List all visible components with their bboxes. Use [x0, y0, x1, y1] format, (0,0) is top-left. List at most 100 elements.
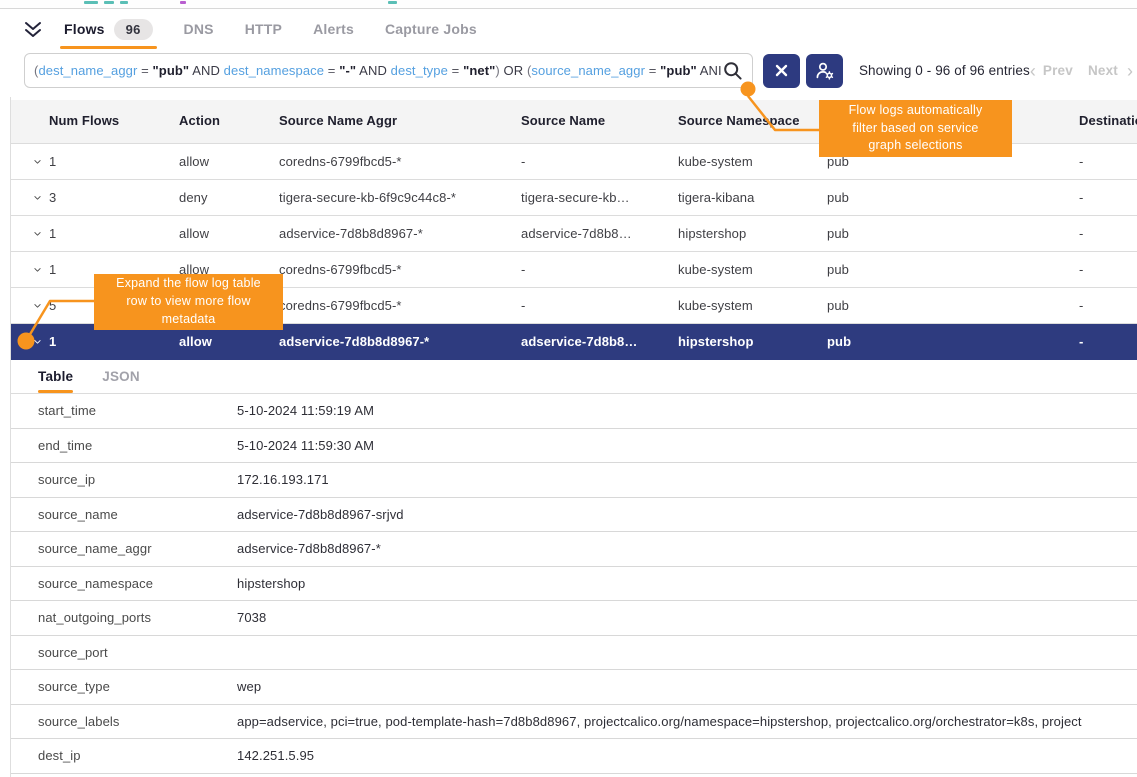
header-num-flows: Num Flows [49, 113, 179, 130]
detail-row: source_labelsapp=adservice, pci=true, po… [11, 705, 1137, 740]
detail-key: source_ip [11, 472, 237, 487]
cutoff-mark [120, 1, 128, 4]
prev-chevron-icon: ‹ [1030, 62, 1036, 80]
detail-row: dest_ip142.251.5.95 [11, 739, 1137, 774]
flow-cell: hipstershop [678, 334, 827, 349]
flow-cell: pub [827, 298, 1079, 313]
header-action: Action [179, 113, 279, 130]
flow-cell: - [1079, 334, 1137, 349]
flow-cell: kube-system [678, 298, 827, 313]
flow-row[interactable]: 3denytigera-secure-kb-6f9c9c44c8-*tigera… [11, 180, 1137, 216]
detail-value: wep [237, 679, 1137, 694]
query-token: "pub" [660, 63, 697, 78]
collapse-panel-icon[interactable] [24, 21, 42, 38]
cutoff-mark [104, 1, 114, 4]
header-destination-name: Destination Name [1079, 113, 1137, 130]
query-token: = [137, 63, 152, 78]
detail-row: source_typewep [11, 670, 1137, 705]
detail-value: app=adservice, pci=true, pod-template-ha… [237, 714, 1137, 729]
row-expander-chevron-icon[interactable] [11, 338, 49, 346]
flow-cell: kube-system [678, 262, 827, 277]
detail-row: source_name_aggradservice-7d8b8d8967-* [11, 532, 1137, 567]
flow-logs-panel: Flows 96 DNS HTTP Alerts Capture Jobs (d… [0, 0, 1137, 777]
detail-tab-table[interactable]: Table [38, 360, 73, 393]
query-token: = [324, 63, 339, 78]
detail-key: end_time [11, 438, 237, 453]
header-source-namespace: Source Namespace [678, 113, 827, 130]
tab-dns[interactable]: DNS [184, 9, 214, 49]
flow-cell: - [1079, 262, 1137, 277]
query-token: = [645, 63, 660, 78]
flow-cell: pub [827, 262, 1079, 277]
detail-value: 5-10-2024 11:59:19 AM [237, 403, 1137, 418]
row-expander-chevron-icon[interactable] [11, 194, 49, 202]
tab-flows-label: Flows [64, 21, 105, 37]
flow-cell: adservice-7d8b8d8967-* [279, 226, 521, 241]
flow-cell: coredns-6799fbcd5-* [279, 154, 521, 169]
header-source-name: Source Name [521, 113, 678, 130]
flow-cell: kube-system [678, 154, 827, 169]
detail-key: dest_ip [11, 748, 237, 763]
header-source-name-aggr: Source Name Aggr [279, 113, 521, 130]
flow-cell: deny [179, 190, 279, 205]
cutoff-mark [180, 1, 186, 4]
tab-capture-jobs[interactable]: Capture Jobs [385, 9, 477, 49]
search-query[interactable]: (dest_name_aggr = "pub" AND dest_namespa… [34, 63, 723, 78]
query-token: "pub" [153, 63, 190, 78]
detail-key: nat_outgoing_ports [11, 610, 237, 625]
flow-row[interactable]: 1allowadservice-7d8b8d8967-*adservice-7d… [11, 216, 1137, 252]
flow-cell: - [521, 298, 678, 313]
toolbar: (dest_name_aggr = "pub" AND dest_namespa… [24, 53, 1133, 88]
next-chevron-icon: › [1127, 62, 1133, 80]
clear-filter-button[interactable] [763, 54, 800, 88]
cutoff-mark [388, 1, 397, 4]
detail-row: source_namespacehipstershop [11, 567, 1137, 602]
user-settings-button[interactable] [806, 54, 843, 88]
query-token: source_name_aggr [531, 63, 645, 78]
detail-tab-bar: Table JSON [11, 360, 1137, 394]
detail-row: source_port [11, 636, 1137, 671]
row-expander-chevron-icon[interactable] [11, 230, 49, 238]
search-icon[interactable] [723, 61, 743, 81]
flow-cell: 3 [49, 190, 179, 205]
user-gear-icon [814, 60, 835, 81]
detail-key: start_time [11, 403, 237, 418]
flow-cell: pub [827, 334, 1079, 349]
tab-bar: Flows 96 DNS HTTP Alerts Capture Jobs [0, 9, 1137, 49]
row-expander-chevron-icon[interactable] [11, 158, 49, 166]
tab-alerts[interactable]: Alerts [313, 9, 354, 49]
flow-cell: tigera-secure-kb… [521, 190, 678, 205]
prev-button[interactable]: Prev [1043, 63, 1073, 78]
detail-value: adservice-7d8b8d8967-* [237, 541, 1137, 556]
detail-value: hipstershop [237, 576, 1137, 591]
query-search-input[interactable]: (dest_name_aggr = "pub" AND dest_namespa… [24, 53, 753, 88]
flow-cell: - [1079, 298, 1137, 313]
flow-cell: coredns-6799fbcd5-* [279, 298, 521, 313]
detail-row: source_ip172.16.193.171 [11, 463, 1137, 498]
detail-tab-json[interactable]: JSON [102, 360, 140, 393]
detail-value: 172.16.193.171 [237, 472, 1137, 487]
flow-cell: 1 [49, 226, 179, 241]
detail-key: source_port [11, 645, 237, 660]
query-token: dest_namespace [224, 63, 324, 78]
row-expander-chevron-icon[interactable] [11, 302, 49, 310]
flow-cell: allow [179, 154, 279, 169]
query-token: ANI [697, 63, 722, 78]
detail-key: source_name_aggr [11, 541, 237, 556]
detail-value: 5-10-2024 11:59:30 AM [237, 438, 1137, 453]
flow-cell: pub [827, 190, 1079, 205]
query-token: AND [356, 63, 390, 78]
flow-cell: - [1079, 190, 1137, 205]
flow-cell: adservice-7d8b8… [521, 226, 678, 241]
row-expander-chevron-icon[interactable] [11, 266, 49, 274]
next-button[interactable]: Next [1088, 63, 1118, 78]
flow-cell: - [1079, 226, 1137, 241]
detail-key: source_labels [11, 714, 237, 729]
tab-http[interactable]: HTTP [245, 9, 282, 49]
query-token: "-" [339, 63, 356, 78]
detail-rows: start_time5-10-2024 11:59:19 AM end_time5… [11, 394, 1137, 774]
detail-key: source_name [11, 507, 237, 522]
tab-flows[interactable]: Flows 96 [64, 9, 153, 49]
query-token: AND [189, 63, 223, 78]
flow-cell: 1 [49, 334, 179, 349]
